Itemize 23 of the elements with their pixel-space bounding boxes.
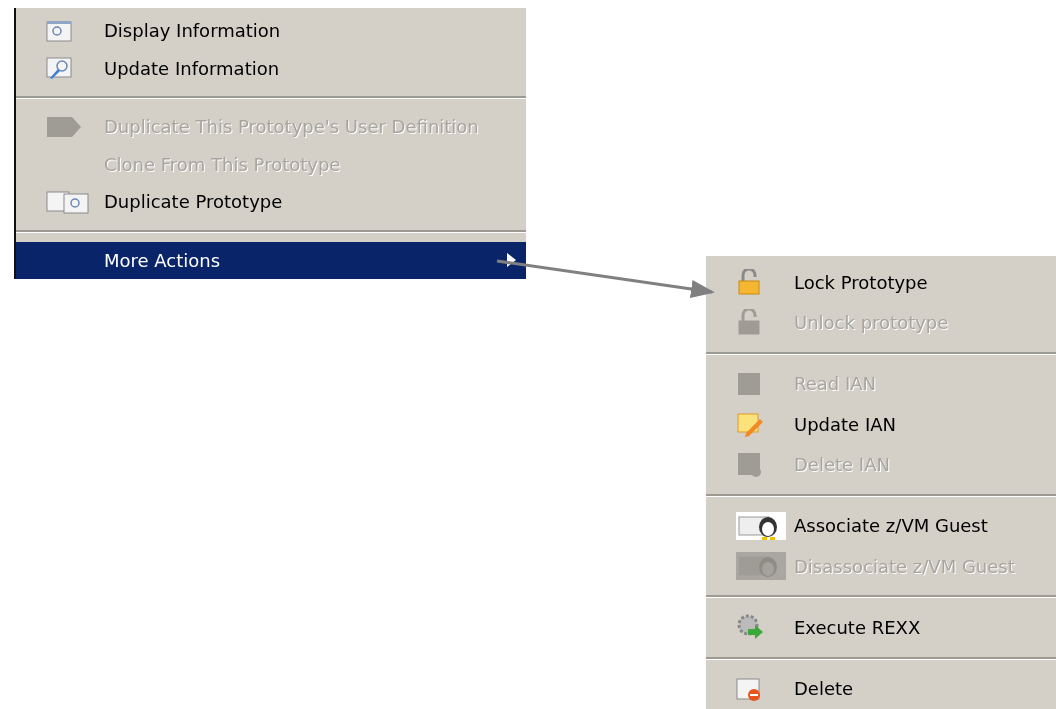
padlock-icon xyxy=(736,269,762,296)
window-penguin-icon xyxy=(736,511,786,540)
window-icon xyxy=(46,19,72,42)
menu-item[interactable]: Display Information xyxy=(16,12,526,50)
menu-item[interactable]: Associate z/VM Guest xyxy=(706,505,1056,546)
gear-arrow-icon xyxy=(736,613,764,642)
windows-icon xyxy=(46,189,90,214)
padlock-icon xyxy=(736,309,762,336)
note-pencil-icon xyxy=(736,411,764,438)
menu-item[interactable]: Duplicate Prototype xyxy=(16,183,526,221)
window-penguin-icon xyxy=(736,552,786,581)
menu-item[interactable]: More Actions xyxy=(16,241,526,279)
window-delete-icon xyxy=(736,675,762,702)
menu-item[interactable]: Delete xyxy=(706,668,1056,709)
arrow-icon xyxy=(46,114,82,139)
submenu-arrow-icon xyxy=(507,253,516,268)
menu-item[interactable]: Lock Prototype xyxy=(706,262,1056,303)
document-icon xyxy=(736,451,762,478)
menu-item[interactable]: Update Information xyxy=(16,49,526,87)
document-icon xyxy=(736,370,762,397)
menu-item[interactable]: Update IAN xyxy=(706,404,1056,445)
menu-item[interactable]: Execute REXX xyxy=(706,607,1056,648)
window-edit-icon xyxy=(46,56,72,81)
